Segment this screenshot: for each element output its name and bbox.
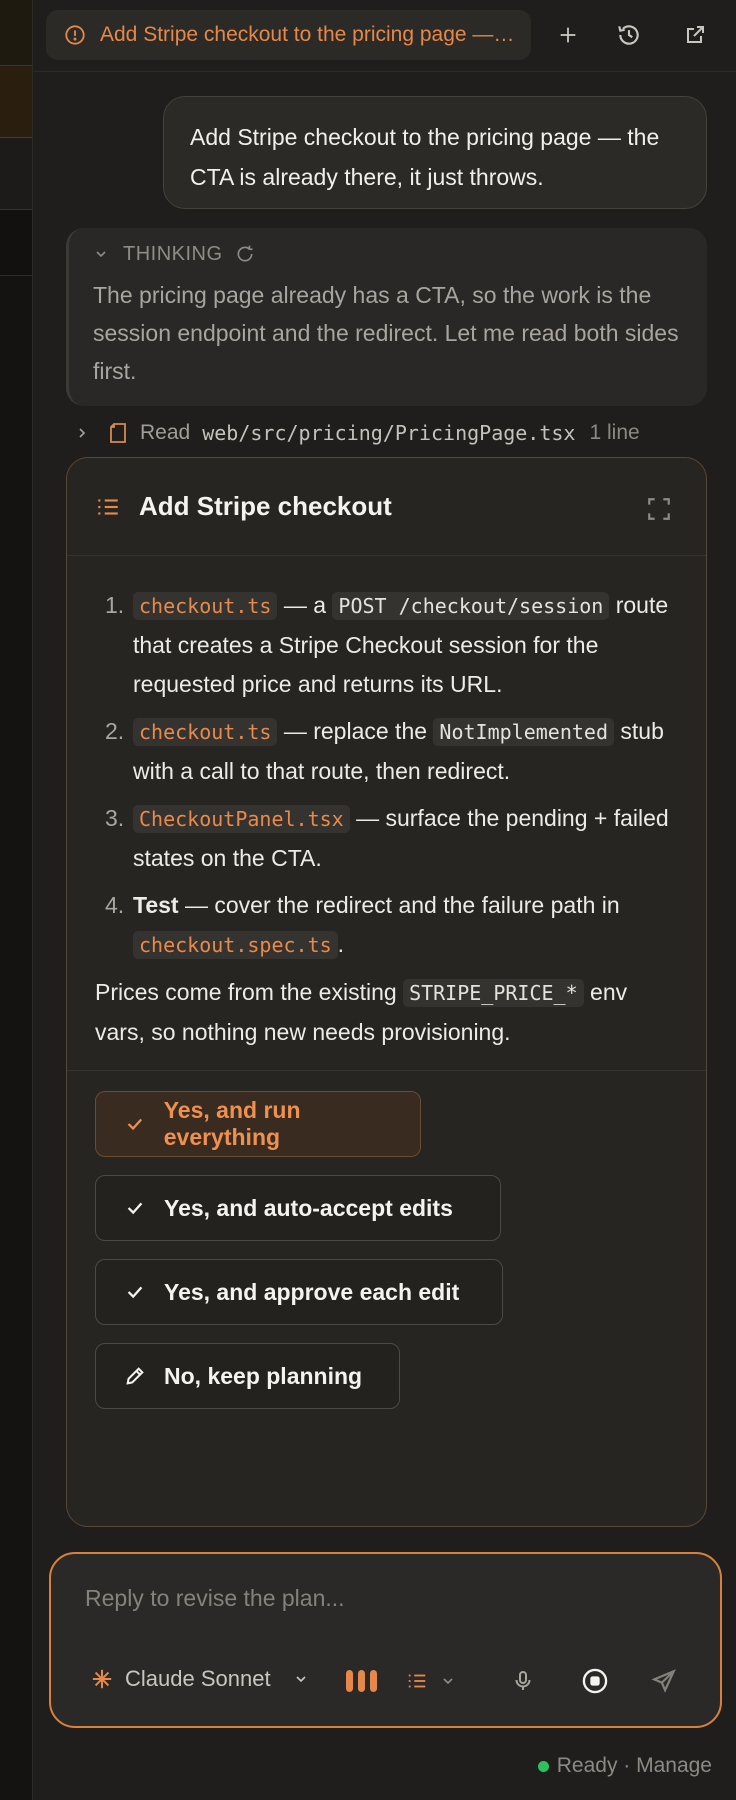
status-bar[interactable]: Ready · Manage (537, 1754, 712, 1778)
top-bar: Add Stripe checkout to the pricing page … (33, 0, 736, 72)
alert-circle-icon (65, 25, 85, 45)
step-text: . (337, 931, 345, 957)
chevron-down-icon (96, 251, 106, 258)
auto-accept-button[interactable]: Yes, and auto-accept edits (95, 1175, 501, 1241)
plan-title: Add Stripe checkout (139, 491, 392, 521)
chevron-down-icon (296, 1676, 306, 1683)
status-text: Ready · Manage (556, 1754, 712, 1777)
file-icon (110, 423, 126, 443)
thinking-header[interactable]: THINKING (93, 238, 683, 270)
spinner-icon (237, 245, 253, 262)
note-text: Prices come from the existing (95, 979, 404, 1005)
plan-step: 4. Test — cover the redirect and the fai… (95, 886, 678, 965)
sparkle-icon (92, 1669, 112, 1689)
effort-selector[interactable] (345, 1664, 379, 1698)
thinking-label: THINKING (123, 242, 223, 265)
sidebar-segment[interactable] (0, 210, 32, 276)
send-icon (651, 1669, 676, 1693)
reply-input[interactable] (85, 1578, 685, 1618)
option-label: No, keep planning (164, 1362, 363, 1389)
plan-header: Add Stripe checkout (67, 458, 706, 556)
plus-icon (560, 27, 576, 43)
step-number: 2. (105, 718, 125, 744)
check-icon (127, 1118, 143, 1131)
sidebar-segment[interactable] (0, 0, 32, 66)
step-text: — a (277, 592, 333, 618)
plan-card: Add Stripe checkout 1. checkout.ts — a P… (66, 457, 707, 1527)
tool-read-row[interactable]: Read web/src/pricing/PricingPage.tsx 1 l… (66, 418, 726, 448)
send-button[interactable] (651, 1664, 677, 1698)
sidebar-segment[interactable] (0, 138, 32, 210)
plan-options: Yes, and run everything Yes, and auto-ac… (67, 1071, 706, 1409)
step-file[interactable]: CheckoutPanel.tsx (133, 805, 350, 833)
user-message: Add Stripe checkout to the pricing page … (163, 96, 707, 209)
history-button[interactable] (614, 20, 644, 50)
left-sidebar-strip (0, 0, 33, 1800)
chevron-down-icon (443, 1678, 453, 1685)
chevron-right-icon (79, 428, 86, 438)
session-tab[interactable]: Add Stripe checkout to the pricing page … (46, 10, 531, 60)
step-number: 3. (105, 805, 125, 831)
step-text: — cover the redirect and the failure pat… (178, 892, 620, 918)
plan-step: 3. CheckoutPanel.tsx — surface the pendi… (95, 799, 678, 878)
pencil-icon (126, 1367, 144, 1385)
step-code: POST /checkout/session (332, 592, 610, 620)
plan-steps: 1. checkout.ts — a POST /checkout/sessio… (95, 586, 678, 965)
list-icon (98, 498, 118, 515)
microphone-icon (515, 1671, 531, 1690)
read-count: 1 line (589, 421, 640, 444)
list-icon (408, 1674, 426, 1688)
composer-toolbar: Claude Sonnet (51, 1660, 724, 1704)
plan-mode-selector[interactable] (406, 1664, 456, 1698)
session-tab-title: Add Stripe checkout to the pricing page … (100, 23, 520, 46)
option-label: Yes, and approve each edit (164, 1278, 460, 1305)
step-file[interactable]: checkout.spec.ts (133, 931, 338, 959)
note-code: STRIPE_PRICE_* (403, 979, 584, 1007)
chat-panel: Add Stripe checkout to the pricing page … (33, 0, 736, 1800)
approve-each-button[interactable]: Yes, and approve each edit (95, 1259, 503, 1325)
step-number: 1. (105, 592, 125, 618)
thinking-block[interactable]: THINKING The pricing page already has a … (66, 228, 707, 406)
model-selector[interactable]: Claude Sonnet (91, 1666, 309, 1692)
step-code: NotImplemented (433, 718, 614, 746)
plan-body: 1. checkout.ts — a POST /checkout/sessio… (67, 556, 706, 1071)
check-icon (127, 1202, 143, 1215)
expand-icon[interactable] (646, 496, 672, 522)
step-file[interactable]: checkout.ts (133, 718, 278, 746)
microphone-button[interactable] (511, 1664, 535, 1698)
effort-bars-icon (346, 1670, 377, 1692)
step-bold: Test (133, 892, 179, 918)
new-chat-button[interactable] (553, 20, 583, 50)
thinking-text: The pricing page already has a CTA, so t… (93, 282, 679, 384)
plan-step: 2. checkout.ts — replace the NotImplemen… (95, 712, 678, 791)
status-dot (537, 1760, 549, 1772)
option-label: Yes, and auto-accept edits (164, 1194, 453, 1221)
option-label: Yes, and run everything (163, 1097, 301, 1150)
external-link-icon (687, 26, 704, 43)
composer: Claude Sonnet (49, 1552, 722, 1728)
plan-note: Prices come from the existing STRIPE_PRI… (95, 973, 678, 1052)
step-file[interactable]: checkout.ts (133, 592, 278, 620)
sidebar-segment-active[interactable] (0, 66, 32, 138)
step-text: — replace the (277, 718, 434, 744)
open-external-button[interactable] (680, 20, 710, 50)
plan-step: 1. checkout.ts — a POST /checkout/sessio… (95, 586, 678, 704)
stop-circle-icon (582, 1668, 608, 1694)
step-number: 4. (105, 892, 125, 918)
read-path: web/src/pricing/PricingPage.tsx (202, 421, 576, 445)
history-icon (618, 25, 639, 45)
model-name: Claude Sonnet (125, 1666, 271, 1691)
run-everything-button[interactable]: Yes, and run everything (95, 1091, 421, 1157)
stop-button[interactable] (581, 1664, 609, 1698)
read-verb: Read (140, 421, 191, 444)
keep-planning-button[interactable]: No, keep planning (95, 1343, 400, 1409)
check-icon (127, 1286, 143, 1299)
